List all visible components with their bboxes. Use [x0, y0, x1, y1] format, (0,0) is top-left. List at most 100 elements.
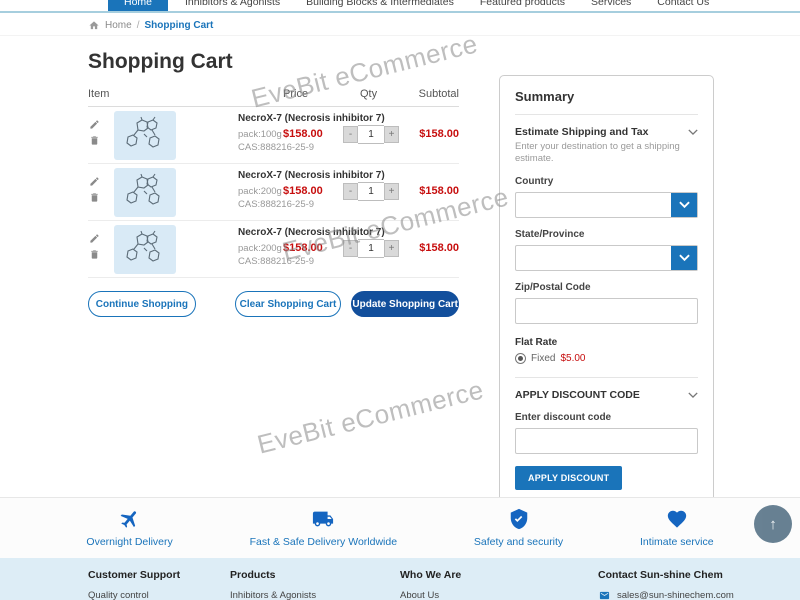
shopping-cart-page: Home Inhibitors & Agonists Building Bloc…: [0, 0, 800, 600]
qty-increase-button[interactable]: +: [384, 126, 399, 143]
feature-label[interactable]: Intimate service: [640, 536, 714, 548]
product-name[interactable]: NecroX-7 (Necrosis inhibitor 7): [238, 227, 385, 238]
estimate-shipping-toggle[interactable]: Estimate Shipping and Tax: [515, 126, 698, 138]
qty-decrease-button[interactable]: -: [343, 126, 358, 143]
feature-fast-safe-delivery: Fast & Safe Delivery Worldwide: [250, 508, 397, 548]
state-select[interactable]: [515, 245, 698, 271]
qty-increase-button[interactable]: +: [384, 183, 399, 200]
product-pack: pack:100g: [238, 129, 282, 140]
nav-item-featured-products[interactable]: Featured products: [467, 0, 578, 8]
edit-item-icon[interactable]: [89, 231, 101, 243]
cart-table-header: Item Price Qty Subtotal: [88, 88, 459, 107]
edit-item-icon[interactable]: [89, 174, 101, 186]
qty-increase-button[interactable]: +: [384, 240, 399, 257]
product-image[interactable]: [114, 225, 176, 274]
nav-item-services[interactable]: Services: [578, 0, 644, 8]
feature-intimate-service: Intimate service: [640, 508, 714, 548]
footer-email-link[interactable]: sales@sun-shinechem.com: [617, 590, 734, 600]
footer-heading: Customer Support: [88, 569, 230, 581]
product-price: $158.00: [283, 128, 323, 140]
delete-item-icon[interactable]: [89, 133, 101, 145]
heart-icon: [665, 508, 689, 530]
cart-row: NecroX-7 (Necrosis inhibitor 7) pack:100…: [88, 107, 459, 164]
product-subtotal: $158.00: [419, 242, 459, 254]
qty-decrease-button[interactable]: -: [343, 240, 358, 257]
chevron-down-icon[interactable]: [671, 246, 697, 270]
feature-label[interactable]: Safety and security: [474, 536, 563, 548]
arrow-up-icon: ↑: [769, 516, 777, 533]
shield-check-icon: [507, 508, 531, 530]
qty-value[interactable]: 1: [358, 125, 384, 144]
top-navigation: Home Inhibitors & Agonists Building Bloc…: [0, 0, 800, 13]
zip-input[interactable]: [515, 298, 698, 324]
discount-code-toggle[interactable]: APPLY DISCOUNT CODE: [515, 389, 698, 401]
breadcrumb-current: Shopping Cart: [144, 20, 213, 31]
apply-discount-button[interactable]: APPLY DISCOUNT: [515, 466, 622, 490]
footer-heading: Products: [230, 569, 400, 581]
product-name[interactable]: NecroX-7 (Necrosis inhibitor 7): [238, 113, 385, 124]
product-name[interactable]: NecroX-7 (Necrosis inhibitor 7): [238, 170, 385, 181]
nav-item-home[interactable]: Home: [108, 0, 168, 13]
rate-option-label: Fixed: [531, 353, 555, 364]
discount-input-label: Enter discount code: [515, 412, 698, 423]
country-select[interactable]: [515, 192, 698, 218]
estimate-shipping-subtitle: Enter your destination to get a shipping…: [515, 141, 698, 165]
cart-row: NecroX-7 (Necrosis inhibitor 7) pack:200…: [88, 221, 459, 278]
cart-row: NecroX-7 (Necrosis inhibitor 7) pack:200…: [88, 164, 459, 221]
edit-item-icon[interactable]: [89, 117, 101, 129]
product-subtotal: $158.00: [419, 128, 459, 140]
cart-actions: Continue Shopping Clear Shopping Cart Up…: [88, 291, 459, 317]
page-title: Shopping Cart: [88, 50, 459, 74]
qty-decrease-button[interactable]: -: [343, 183, 358, 200]
product-price: $158.00: [283, 242, 323, 254]
footer-column-customer-support: Customer Support Quality control: [88, 569, 230, 600]
feature-safety-security: Safety and security: [474, 508, 563, 548]
qty-value[interactable]: 1: [358, 239, 384, 258]
qty-value[interactable]: 1: [358, 182, 384, 201]
product-subtotal: $158.00: [419, 185, 459, 197]
footer-column-products: Products Inhibitors & Agonists: [230, 569, 400, 600]
scroll-to-top-button[interactable]: ↑: [754, 505, 792, 543]
header-qty: Qty: [360, 88, 377, 100]
estimate-shipping-label: Estimate Shipping and Tax: [515, 126, 648, 138]
delete-item-icon[interactable]: [89, 247, 101, 259]
footer-heading: Contact Sun-shine Chem: [598, 569, 734, 581]
chevron-down-icon[interactable]: [671, 193, 697, 217]
update-cart-button[interactable]: Update Shopping Cart: [351, 291, 459, 317]
nav-item-inhibitors-agonists[interactable]: Inhibitors & Agonists: [172, 0, 293, 8]
radio-selected-icon[interactable]: [515, 353, 526, 364]
nav-item-building-blocks[interactable]: Building Blocks & Intermediates: [293, 0, 467, 8]
feature-label[interactable]: Overnight Delivery: [86, 536, 172, 548]
country-label: Country: [515, 176, 698, 187]
zip-label: Zip/Postal Code: [515, 282, 698, 293]
breadcrumb-home-link[interactable]: Home: [105, 20, 132, 31]
quantity-stepper: - 1 +: [343, 182, 399, 201]
rate-option-price: $5.00: [560, 353, 585, 364]
delete-item-icon[interactable]: [89, 190, 101, 202]
product-image[interactable]: [114, 168, 176, 217]
feature-overnight-delivery: Overnight Delivery: [86, 508, 172, 548]
footer-link-about-us[interactable]: About Us: [400, 590, 598, 600]
nav-item-contact-us[interactable]: Contact Us: [644, 0, 722, 8]
flat-rate-option[interactable]: Fixed $5.00: [515, 353, 698, 364]
feature-label[interactable]: Fast & Safe Delivery Worldwide: [250, 536, 397, 548]
flat-rate-label: Flat Rate: [515, 337, 698, 348]
product-image[interactable]: [114, 111, 176, 160]
clear-cart-button[interactable]: Clear Shopping Cart: [235, 291, 342, 317]
header-price: Price: [283, 88, 308, 100]
breadcrumb-separator: /: [137, 20, 140, 31]
home-icon[interactable]: [88, 20, 100, 31]
footer-link-inhibitors-agonists[interactable]: Inhibitors & Agonists: [230, 590, 400, 600]
breadcrumb: Home / Shopping Cart: [0, 15, 800, 36]
footer-link-quality-control[interactable]: Quality control: [88, 590, 230, 600]
quantity-stepper: - 1 +: [343, 239, 399, 258]
continue-shopping-button[interactable]: Continue Shopping: [88, 291, 196, 317]
chevron-down-icon: [688, 390, 698, 400]
product-cas: CAS:888216-25-9: [238, 199, 314, 210]
product-pack: pack:200g: [238, 243, 282, 254]
product-price: $158.00: [283, 185, 323, 197]
state-label: State/Province: [515, 229, 698, 240]
header-item: Item: [88, 88, 109, 100]
discount-code-input[interactable]: [515, 428, 698, 454]
header-subtotal: Subtotal: [419, 88, 459, 100]
